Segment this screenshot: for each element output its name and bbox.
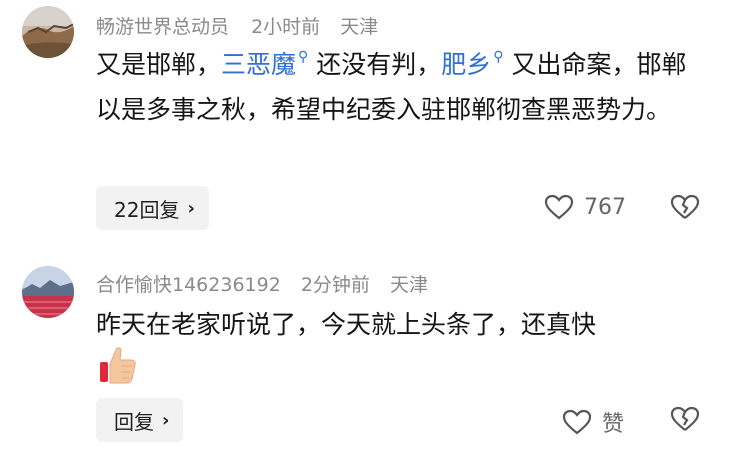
username[interactable]: 畅游世界总动员	[96, 16, 229, 38]
comment-text: 昨天在老家听说了，今天就上头条了，还真快	[96, 310, 597, 339]
comment-meta: 合作愉快146236192 2分钟前 天津	[96, 270, 434, 297]
like-button[interactable]: 767	[544, 194, 626, 220]
broken-heart-icon[interactable]	[670, 406, 700, 432]
like-label: 赞	[602, 412, 625, 437]
avatar[interactable]	[22, 266, 74, 318]
like-button[interactable]: 赞	[562, 406, 624, 438]
timestamp: 2分钟前	[300, 274, 370, 296]
comment-text: 又是邯郸，三恶魔 ⚲ 还没有判，肥乡 ⚲ 又出命案，邯郸以是多事之秋，希望中纪委入驻…	[96, 42, 706, 132]
reply-button[interactable]: 22回复 ›	[96, 186, 209, 230]
reply-label: 回复	[114, 409, 154, 434]
thumbs-up-emoji	[100, 347, 136, 384]
chevron-right-icon: ›	[162, 409, 170, 431]
reply-label: 22回复	[114, 197, 180, 222]
username[interactable]: 合作愉快146236192	[96, 274, 281, 296]
search-link-feixiang[interactable]: 肥乡	[441, 50, 491, 79]
reply-button[interactable]: 回复 ›	[96, 398, 184, 442]
avatar[interactable]	[22, 6, 74, 58]
search-lens-icon[interactable]: ⚲	[493, 42, 503, 72]
search-lens-icon[interactable]: ⚲	[298, 42, 308, 72]
like-count: 767	[584, 194, 626, 220]
chevron-right-icon: ›	[187, 197, 195, 219]
heart-icon	[562, 409, 592, 435]
heart-icon	[544, 194, 574, 220]
location: 天津	[389, 274, 428, 296]
timestamp: 2小时前	[251, 16, 321, 38]
comment-meta: 畅游世界总动员 2小时前 天津	[96, 12, 384, 39]
broken-heart-icon[interactable]	[670, 194, 700, 220]
search-link-sanemo[interactable]: 三恶魔	[221, 50, 296, 79]
location: 天津	[340, 16, 379, 38]
